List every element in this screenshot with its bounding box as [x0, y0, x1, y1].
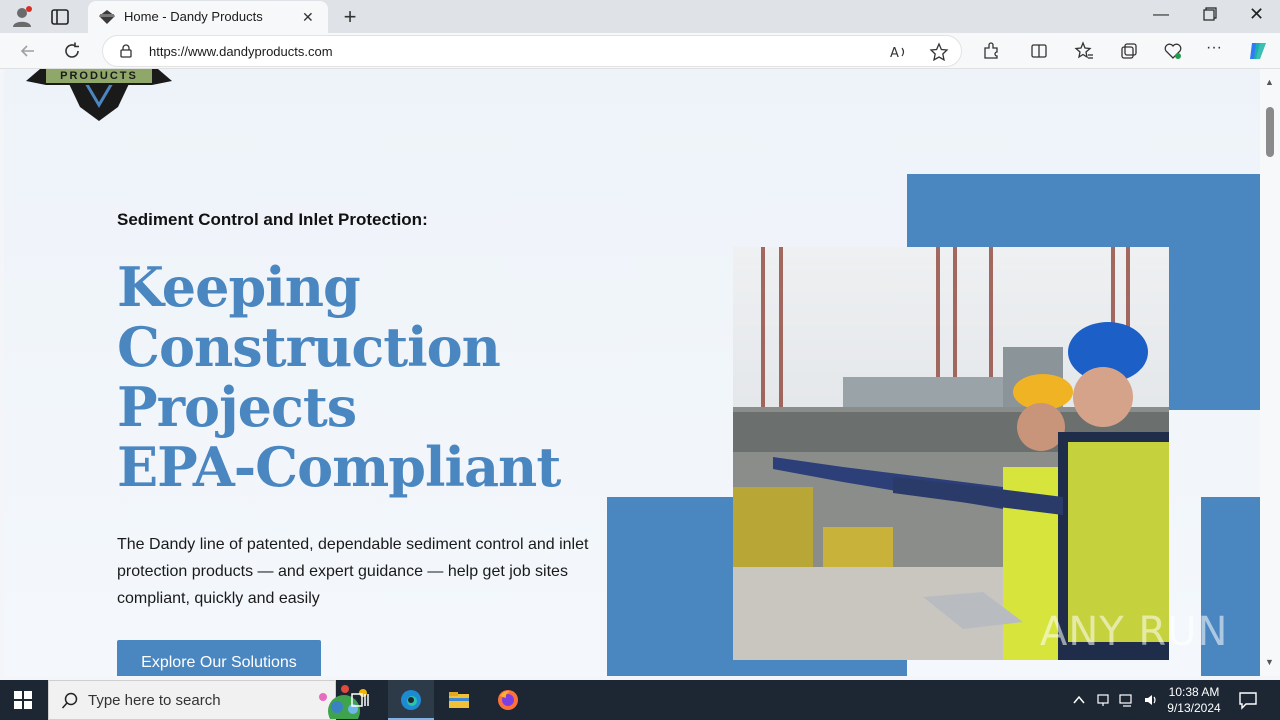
anyrun-watermark: ANY RUN: [1040, 609, 1229, 655]
edge-taskbar-button[interactable]: [388, 680, 434, 720]
taskbar-search-box[interactable]: Type here to search: [48, 680, 367, 720]
browser-essentials-icon[interactable]: [1163, 41, 1183, 61]
network-icon[interactable]: [1119, 692, 1135, 708]
collections-icon[interactable]: [1119, 41, 1139, 61]
url-field[interactable]: https://www.dandyproducts.com A: [102, 35, 962, 67]
active-tab[interactable]: Home - Dandy Products ✕: [88, 1, 328, 33]
tray-overflow-icon[interactable]: [1071, 692, 1087, 708]
file-explorer-icon[interactable]: [447, 688, 471, 712]
hero-photo: [733, 247, 1169, 660]
favorite-star-icon[interactable]: [929, 42, 949, 62]
construction-workers-image: [733, 247, 1169, 660]
lock-icon[interactable]: [119, 44, 133, 58]
favorites-icon[interactable]: [1074, 41, 1094, 61]
scroll-down-icon[interactable]: ▼: [1265, 657, 1274, 667]
hero-description: The Dandy line of patented, dependable s…: [117, 536, 589, 607]
address-bar: https://www.dandyproducts.com A ···: [0, 33, 1280, 69]
search-icon: [61, 692, 78, 709]
dandy-favicon-icon: [99, 10, 115, 24]
refresh-icon[interactable]: [62, 41, 82, 61]
scroll-up-icon[interactable]: ▲: [1265, 77, 1274, 87]
read-aloud-icon[interactable]: A: [889, 42, 909, 62]
window-close-icon[interactable]: ✕: [1249, 4, 1264, 25]
taskbar-clock[interactable]: 10:38 AM 9/13/2024: [1162, 684, 1226, 716]
new-tab-icon[interactable]: +: [338, 4, 362, 30]
dandy-logo[interactable]: PRODUCTS: [22, 69, 176, 121]
volume-icon[interactable]: [1143, 692, 1159, 708]
hero-headline: Keeping Construction Projects EPA-Compli…: [117, 257, 597, 497]
copilot-icon[interactable]: [1246, 39, 1270, 63]
scroll-thumb[interactable]: [1266, 107, 1274, 157]
notifications-icon[interactable]: [1238, 690, 1258, 710]
network-status-icon[interactable]: [1095, 692, 1111, 708]
headline-line: Projects: [117, 375, 357, 439]
minimize-icon[interactable]: —: [1153, 6, 1169, 24]
tab-title: Home - Dandy Products: [124, 9, 263, 24]
more-menu-icon[interactable]: ···: [1206, 39, 1226, 59]
page-scrollbar[interactable]: ▲ ▼: [1260, 69, 1280, 676]
split-screen-icon[interactable]: [1029, 41, 1049, 61]
task-view-icon[interactable]: [348, 688, 372, 712]
restore-icon[interactable]: [1203, 7, 1217, 21]
search-placeholder: Type here to search: [88, 692, 221, 709]
windows-start-icon[interactable]: [14, 691, 32, 709]
extensions-icon[interactable]: [981, 41, 1001, 61]
tab-close-icon[interactable]: ✕: [302, 9, 314, 26]
url-host: www.dandyproducts.com: [188, 44, 333, 59]
page-viewport: PRODUCTS Sediment Control and Inlet Prot…: [4, 69, 1260, 676]
clock-time: 10:38 AM: [1168, 685, 1220, 699]
clock-date: 9/13/2024: [1167, 701, 1221, 715]
svg-text:A: A: [890, 46, 899, 61]
edge-icon: [401, 690, 421, 710]
url-text: https://www.dandyproducts.com: [149, 44, 333, 59]
explore-solutions-button[interactable]: Explore Our Solutions: [117, 640, 321, 676]
hero-subtitle: Sediment Control and Inlet Protection:: [117, 210, 428, 229]
logo-text: PRODUCTS: [60, 70, 138, 82]
taskbar: Type here to search 10:38 AM 9/13/2024: [0, 680, 1280, 720]
headline-line: Construction: [117, 315, 501, 379]
tab-strip: Home - Dandy Products ✕ + — ✕: [0, 0, 1280, 33]
tab-actions-icon[interactable]: [48, 5, 72, 29]
firefox-icon[interactable]: [496, 688, 520, 712]
profile-icon[interactable]: [10, 5, 34, 29]
url-protocol: https://: [149, 44, 189, 59]
headline-line: Keeping: [117, 255, 361, 319]
back-icon[interactable]: [18, 41, 38, 61]
headline-line: EPA-Compliant: [117, 435, 561, 499]
